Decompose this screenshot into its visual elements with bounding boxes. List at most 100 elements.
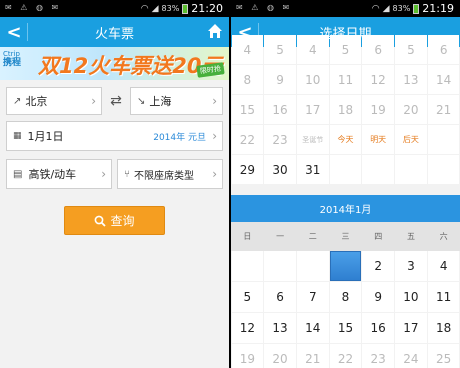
calendar-day: 15 [231,95,264,124]
calendar-day[interactable]: 10 [395,282,427,312]
to-city-field[interactable]: ↘ 上海 › [130,87,223,115]
calendar-day [362,155,395,184]
calendar-day[interactable]: 后天 [395,125,427,154]
calendar-day[interactable]: 17 [395,313,427,343]
calendar-day: 22 [231,125,264,154]
calendar-day[interactable]: 7 [296,282,329,312]
january-calendar-grid: 2 3 4 5 6 7 8 9 10 11 12 13 14 15 16 17 18 19 20 21 22 23 24 25 [231,251,460,368]
calendar-day[interactable]: 今天 [329,125,362,154]
seat-type-field[interactable]: ⑂ 不限座席类型 › [117,159,223,189]
calendar-day: 17 [296,95,329,124]
swap-cities-button[interactable]: ⇄ [102,87,130,115]
calendar-day: 6 [362,35,395,64]
selected-day[interactable] [329,251,362,281]
battery-icon [413,3,420,14]
train-type-value: 高铁/动车 [28,168,77,181]
train-icon: ▤ [13,168,23,180]
home-icon[interactable] [207,23,223,39]
calendar-day[interactable]: 3 [395,251,427,281]
calendar-day: 12 [362,65,395,94]
calendar-day[interactable]: 20 [264,344,296,368]
seat-type-value: 不限座席类型 [134,170,194,182]
calendar-day[interactable]: 5 [231,282,264,312]
calendar-day[interactable]: 4 [427,251,460,281]
calendar-day[interactable]: 29 [231,155,264,184]
calendar-day: 9 [264,65,296,94]
back-button[interactable]: < [0,17,28,47]
calendar-day[interactable]: 24 [395,344,427,368]
calendar-day: 21 [427,95,460,124]
calendar-day[interactable]: 16 [362,313,395,343]
calendar-day: 圣诞节 [296,125,329,154]
wifi-icon: ◠ [140,3,149,14]
calendar-day[interactable]: 明天 [362,125,395,154]
chevron-left-icon: < [6,21,22,43]
search-button[interactable]: 查询 [64,206,165,235]
calendar-day[interactable]: 2 [362,251,395,281]
calendar-day: 19 [362,95,395,124]
calendar-day: 8 [231,65,264,94]
calendar-day[interactable]: 6 [264,282,296,312]
calendar-day[interactable]: 31 [296,155,329,184]
chevron-right-icon: › [212,129,217,143]
calendar-day: 20 [395,95,427,124]
calendar-day: 6 [427,35,460,64]
banner-text: 双12火车票送20元 [38,54,223,78]
arrow-up-right-icon: ↗ [13,95,22,107]
calendar-day [329,155,362,184]
status-bar: ✉ ⚠ ◍ ✉ ◠ ◢ 83% 21:19 [231,0,460,17]
calendar-day[interactable]: 13 [264,313,296,343]
weekday-label: 一 [276,232,285,241]
calendar-day[interactable]: 25 [427,344,460,368]
calendar-day[interactable]: 15 [329,313,362,343]
calendar-day[interactable]: 22 [329,344,362,368]
calendar-day: 23 [264,125,296,154]
signal-icon: ◢ [151,3,159,14]
train-type-field[interactable]: ▤ 高铁/动车 › [6,159,112,189]
chevron-right-icon: › [91,94,96,108]
search-label: 查询 [110,214,135,228]
date-note: 2014年 元旦 [153,132,206,143]
date-value: 1月1日 [27,130,64,143]
calendar-day[interactable]: 14 [296,313,329,343]
calendar-day[interactable]: 18 [427,313,460,343]
calendar-day: 14 [427,65,460,94]
arrow-down-right-icon: ↘ [137,95,146,107]
status-time: 21:20 [191,2,223,15]
calendar-day[interactable]: 12 [231,313,264,343]
calendar-day[interactable]: 23 [362,344,395,368]
status-time: 21:19 [422,2,454,15]
calendar-day [427,155,460,184]
ctrip-logo: Ctrip 携程 [3,50,33,68]
notification-icons: ✉ ⚠ ◍ ✉ [236,3,293,12]
promo-banner[interactable]: Ctrip 携程 双12火车票送20元 限时抢 [0,47,229,80]
signal-icon: ◢ [382,3,390,14]
calendar-day: 11 [329,65,362,94]
month-title: 2014年1月 [319,205,372,216]
chevron-right-icon: › [101,167,106,181]
weekday-header: 日一二三四五六 [231,222,460,251]
battery-icon [182,3,189,14]
weekday-label: 日 [243,232,252,241]
from-city-field[interactable]: ↗ 北京 › [6,87,102,115]
calendar-day[interactable]: 30 [264,155,296,184]
search-icon [95,215,107,227]
calendar-day [395,155,427,184]
weekday-label: 五 [406,232,415,241]
calendar-day: 10 [296,65,329,94]
calendar-day: 5 [264,35,296,64]
calendar-day[interactable]: 11 [427,282,460,312]
wifi-icon: ◠ [371,3,380,14]
calendar-day: 5 [329,35,362,64]
calendar-day: 4 [231,35,264,64]
calendar-day[interactable]: 8 [329,282,362,312]
calendar-day: 13 [395,65,427,94]
weekday-label: 二 [308,232,317,241]
chevron-right-icon: › [212,167,217,181]
calendar-day[interactable]: 9 [362,282,395,312]
month-header: 2014年1月 [231,195,460,222]
date-field[interactable]: ▦ 1月1日 2014年 元旦 › [6,121,223,151]
calendar-day[interactable]: 19 [231,344,264,368]
calendar-day [264,251,296,281]
calendar-day[interactable]: 21 [296,344,329,368]
